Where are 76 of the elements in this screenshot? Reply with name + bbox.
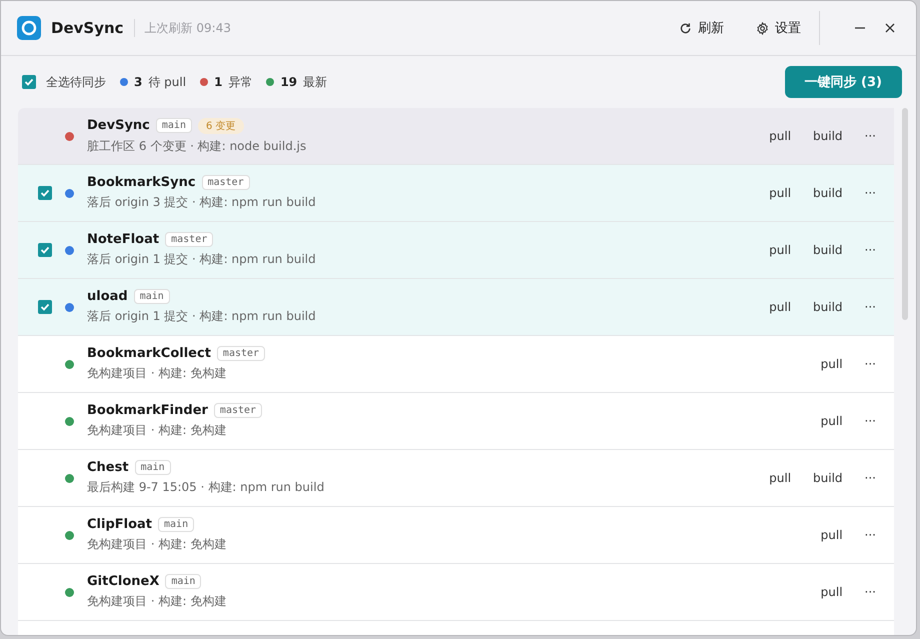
action-button[interactable]: build: [813, 296, 843, 318]
action-button[interactable]: pull: [769, 296, 792, 318]
action-button[interactable]: pull: [769, 467, 792, 489]
action-button[interactable]: build: [813, 239, 843, 261]
repo-detail: 脏工作区 6 个变更 · 构建: node build.js: [87, 138, 308, 154]
refresh-icon: [679, 22, 692, 34]
repo-name: DevSync: [87, 118, 150, 133]
repo-name: BookmarkFinder: [87, 403, 208, 418]
last-refresh-time: 上次刷新 09:43: [144, 20, 231, 36]
repo-row[interactable]: DevSync main 6 变更 脏工作区 6 个变更 · 构建: node build.js pull build ···: [18, 108, 894, 165]
branch-tag: main: [165, 574, 202, 589]
stat-label: 待 pull: [148, 74, 186, 90]
stat-label: 最新: [303, 74, 328, 90]
repo-checkbox[interactable]: [38, 186, 52, 200]
action-button[interactable]: ···: [864, 353, 876, 375]
sync-all-button[interactable]: 一键同步 (3): [784, 66, 902, 98]
repo-detail: 免构建项目 · 构建: 免构建: [87, 593, 228, 610]
repo-detail: 落后 origin 1 提交 · 构建: npm run build: [87, 308, 317, 325]
repo-checkbox[interactable]: [38, 243, 52, 257]
scrollbar-thumb[interactable]: [902, 108, 908, 320]
action-button[interactable]: ···: [864, 581, 876, 603]
action-button[interactable]: build: [813, 467, 843, 489]
branch-tag: main: [134, 289, 170, 304]
select-all-label: 全选待同步: [46, 74, 106, 90]
repo-detail: 免构建项目 · 构建: 免构建: [87, 536, 228, 553]
settings-button[interactable]: 设置: [752, 15, 805, 41]
repo-name: BookmarkCollect: [87, 346, 211, 361]
close-icon[interactable]: [884, 22, 896, 34]
repo-row[interactable]: BookmarkSync master 落后 origin 3 提交 · 构建: npm run build pull build ···: [18, 165, 894, 222]
repo-name: ClipFloat: [87, 517, 152, 532]
action-button[interactable]: pull: [769, 125, 792, 147]
branch-tag: main: [134, 460, 171, 475]
repo-row[interactable]: NoteFloat master 落后 origin 1 提交 · 构建: npm run build pull build ···: [18, 222, 894, 279]
action-button[interactable]: pull: [820, 410, 843, 432]
branch-tag: master: [216, 346, 266, 361]
action-button[interactable]: ···: [864, 182, 876, 204]
stat-count: 19: [280, 75, 298, 89]
repo-detail: 最后构建 9-7 15:05 · 构建: npm run build: [87, 479, 326, 496]
changes-tag: 6 变更: [198, 118, 244, 134]
refresh-button[interactable]: 刷新: [675, 15, 728, 41]
branch-tag: main: [156, 118, 192, 133]
settings-icon: [756, 22, 769, 34]
stat-label: 异常: [228, 74, 252, 90]
action-button[interactable]: build: [813, 182, 843, 204]
action-button[interactable]: ···: [864, 410, 876, 432]
branch-tag: master: [202, 175, 250, 190]
action-button[interactable]: build: [813, 125, 843, 147]
stat-count: 3: [134, 75, 142, 89]
action-button[interactable]: pull: [769, 239, 792, 261]
action-button[interactable]: ···: [864, 467, 876, 489]
app-logo-icon: [17, 16, 41, 40]
repo-detail: 落后 origin 1 提交 · 构建: npm run build: [87, 251, 317, 268]
action-button[interactable]: ···: [864, 296, 876, 318]
repo-name: Chest: [87, 460, 129, 475]
repo-name: BookmarkSync: [87, 175, 196, 190]
action-button[interactable]: pull: [820, 353, 843, 375]
action-button[interactable]: pull: [820, 581, 843, 603]
repo-detail: 免构建项目 · 构建: 免构建: [87, 365, 228, 382]
action-button[interactable]: pull: [769, 182, 792, 204]
action-button[interactable]: pull: [820, 524, 843, 546]
repo-checkbox[interactable]: [38, 300, 52, 314]
repo-detail: 落后 origin 3 提交 · 构建: npm run build: [87, 194, 317, 211]
window-title: DevSync: [51, 19, 124, 37]
action-button[interactable]: ···: [864, 125, 876, 147]
repo-name: NoteFloat: [87, 232, 160, 247]
repo-name: uload: [87, 289, 128, 304]
action-button[interactable]: ···: [864, 239, 876, 261]
repo-name: GitCloneX: [87, 574, 160, 589]
repo-detail: 免构建项目 · 构建: 免构建: [87, 422, 228, 439]
branch-tag: main: [158, 517, 194, 532]
stat-count: 1: [214, 75, 222, 89]
repo-row[interactable]: uload main 落后 origin 1 提交 · 构建: npm run build pull build ···: [18, 279, 894, 336]
action-button[interactable]: ···: [864, 524, 876, 546]
branch-tag: master: [214, 403, 262, 418]
select-all-checkbox[interactable]: [22, 75, 36, 89]
branch-tag: master: [165, 232, 214, 247]
